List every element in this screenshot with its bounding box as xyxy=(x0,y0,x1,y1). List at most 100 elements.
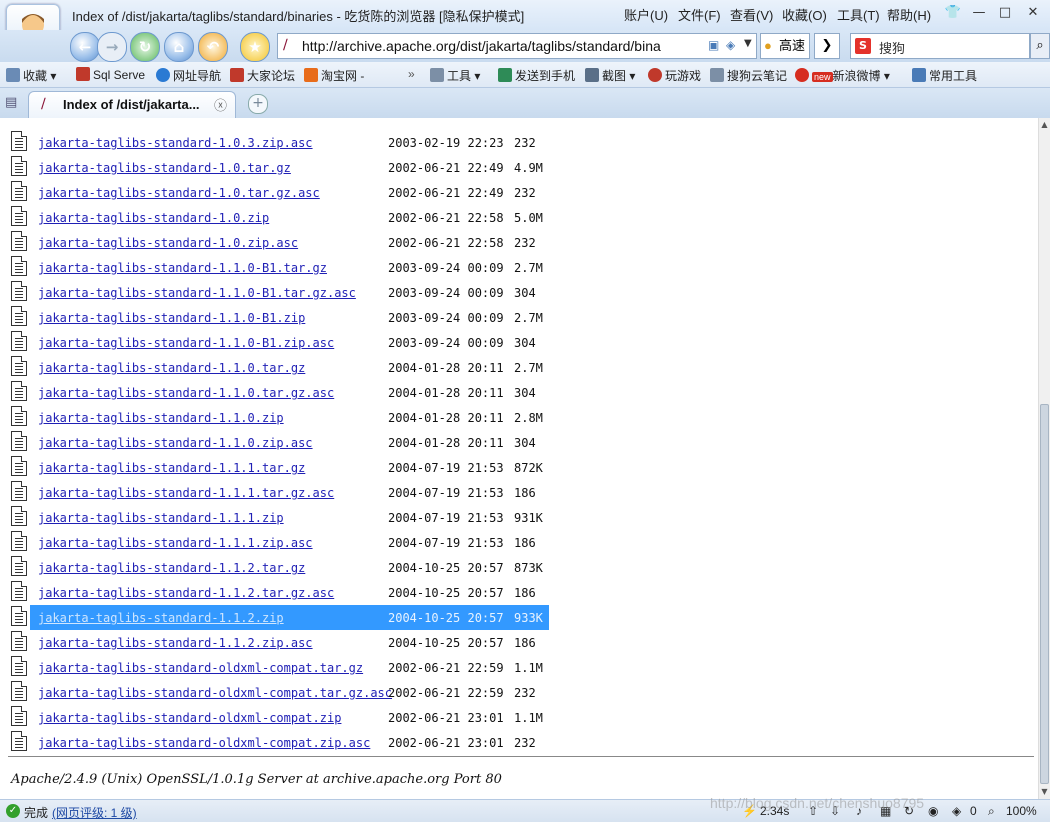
bookmark-screenshot[interactable]: 截图 ▾ xyxy=(585,67,635,84)
table-row[interactable]: jakarta-taglibs-standard-1.1.1.zip 2004-0… xyxy=(0,505,1000,530)
scroll-down-icon[interactable]: ▼ xyxy=(1039,785,1050,799)
table-row[interactable]: jakarta-taglibs-standard-1.1.0.zip 2004-0… xyxy=(0,405,1000,430)
vertical-scrollbar[interactable]: ▲ ▼ xyxy=(1038,118,1050,799)
tab-active[interactable]: ∕ Index of /dist/jakarta... ⓧ xyxy=(28,91,236,118)
file-link[interactable]: jakarta-taglibs-standard-1.0.zip.asc xyxy=(38,236,298,250)
bookmark-overflow-chevron-icon[interactable]: » xyxy=(408,67,415,81)
shield-status-icon[interactable]: ◈ xyxy=(952,804,961,818)
search-box[interactable]: S 搜狗 xyxy=(850,33,1030,59)
table-row[interactable]: jakarta-taglibs-standard-1.1.0-B1.tar.gz… xyxy=(0,255,1000,280)
close-icon[interactable]: ✕ xyxy=(1022,4,1044,22)
file-link[interactable]: jakarta-taglibs-standard-1.1.1.tar.gz.as… xyxy=(38,486,334,500)
undo-close-button[interactable]: ↶ xyxy=(198,32,228,62)
file-link[interactable]: jakarta-taglibs-standard-1.1.0.tar.gz.as… xyxy=(38,386,334,400)
forward-button[interactable]: → xyxy=(97,32,127,62)
table-row[interactable]: jakarta-taglibs-standard-1.1.2.tar.gz 200… xyxy=(0,555,1000,580)
address-input[interactable]: http://archive.apache.org/dist/jakarta/t… xyxy=(302,38,702,54)
file-link[interactable]: jakarta-taglibs-standard-oldxml-compat.t… xyxy=(38,661,363,675)
table-row[interactable]: jakarta-taglibs-standard-1.1.0.tar.gz 200… xyxy=(0,355,1000,380)
favorite-star-button[interactable]: ★ xyxy=(240,32,270,62)
table-row[interactable]: jakarta-taglibs-standard-1.1.2.zip.asc 20… xyxy=(0,630,1000,655)
bookmark-send-to-phone[interactable]: 发送到手机 xyxy=(498,67,575,84)
skin-icon[interactable]: 👕 xyxy=(942,4,964,22)
file-link[interactable]: jakarta-taglibs-standard-1.1.2.zip xyxy=(38,611,284,625)
table-row[interactable]: jakarta-taglibs-standard-1.0.tar.gz 2002-… xyxy=(0,155,1000,180)
table-row[interactable]: jakarta-taglibs-standard-1.0.3.zip.asc 20… xyxy=(0,130,1000,155)
table-row[interactable]: jakarta-taglibs-standard-1.1.1.tar.gz 200… xyxy=(0,455,1000,480)
table-row[interactable]: jakarta-taglibs-standard-1.1.2.tar.gz.as… xyxy=(0,580,1000,605)
minimize-icon[interactable]: — xyxy=(968,4,990,22)
menu-file[interactable]: 文件(F) xyxy=(678,5,721,24)
home-button[interactable]: ⌂ xyxy=(164,32,194,62)
bookmark-games[interactable]: 玩游戏 xyxy=(648,67,701,84)
search-button[interactable]: ⌕ xyxy=(1030,33,1050,59)
bookmark-tools[interactable]: 工具 ▾ xyxy=(430,67,480,84)
file-link[interactable]: jakarta-taglibs-standard-1.1.2.zip.asc xyxy=(38,636,313,650)
maximize-icon[interactable]: □ xyxy=(994,4,1016,22)
bookmark-weibo[interactable]: new 新浪微博 ▾ xyxy=(795,67,890,84)
table-row[interactable]: jakarta-taglibs-standard-1.0.tar.gz.asc 2… xyxy=(0,180,1000,205)
address-dropdown-icon[interactable]: ▼ xyxy=(744,38,752,49)
zoom-icon[interactable]: ⌕ xyxy=(988,804,995,819)
file-link[interactable]: jakarta-taglibs-standard-1.0.tar.gz xyxy=(38,161,291,175)
file-link[interactable]: jakarta-taglibs-standard-1.1.2.tar.gz.as… xyxy=(38,586,334,600)
table-row[interactable]: jakarta-taglibs-standard-1.0.zip.asc 2002… xyxy=(0,230,1000,255)
bookmark-favorites[interactable]: 收藏 ▾ xyxy=(6,67,56,84)
file-link[interactable]: jakarta-taglibs-standard-1.0.zip xyxy=(38,211,269,225)
tab-list-icon[interactable]: ▤ xyxy=(5,95,17,110)
table-row[interactable]: jakarta-taglibs-standard-1.1.1.tar.gz.as… xyxy=(0,480,1000,505)
file-link[interactable]: jakarta-taglibs-standard-1.1.2.tar.gz xyxy=(38,561,305,575)
address-bar[interactable]: ∕ http://archive.apache.org/dist/jakarta… xyxy=(277,33,757,59)
go-button[interactable]: ❯ xyxy=(814,33,840,59)
file-link[interactable]: jakarta-taglibs-standard-1.1.0-B1.zip.as… xyxy=(38,336,334,350)
file-link[interactable]: jakarta-taglibs-standard-1.1.0.zip xyxy=(38,411,284,425)
bookmark-sql-server[interactable]: Sql Serve xyxy=(76,67,145,82)
scrollbar-thumb[interactable] xyxy=(1040,404,1049,784)
zoom-level[interactable]: 100% xyxy=(1006,804,1037,818)
back-button[interactable]: ← xyxy=(70,32,100,62)
file-link[interactable]: jakarta-taglibs-standard-1.1.0.zip.asc xyxy=(38,436,313,450)
file-link[interactable]: jakarta-taglibs-standard-1.1.1.zip.asc xyxy=(38,536,313,550)
security-shield-icon[interactable]: ◈ xyxy=(726,38,735,52)
menu-help[interactable]: 帮助(H) xyxy=(887,5,931,24)
menu-account[interactable]: 账户(U) xyxy=(624,5,668,24)
bookmark-web-nav[interactable]: 网址导航 xyxy=(156,67,221,84)
menu-favorites[interactable]: 收藏(O) xyxy=(782,5,827,24)
eye-icon[interactable]: ◉ xyxy=(928,804,938,818)
table-row[interactable]: jakarta-taglibs-standard-1.1.0-B1.zip 200… xyxy=(0,305,1000,330)
table-row[interactable]: jakarta-taglibs-standard-oldxml-compat.z… xyxy=(0,730,1000,755)
menu-view[interactable]: 查看(V) xyxy=(730,5,773,24)
table-row[interactable]: jakarta-taglibs-standard-oldxml-compat.z… xyxy=(0,705,1000,730)
file-link[interactable]: jakarta-taglibs-standard-oldxml-compat.z… xyxy=(38,711,341,725)
table-row[interactable]: jakarta-taglibs-standard-1.1.2.zip 2004-1… xyxy=(11,605,549,630)
table-row[interactable]: jakarta-taglibs-standard-1.1.0.zip.asc 20… xyxy=(0,430,1000,455)
scroll-up-icon[interactable]: ▲ xyxy=(1039,118,1050,132)
refresh-button[interactable]: ↻ xyxy=(130,32,160,62)
table-row[interactable]: jakarta-taglibs-standard-1.1.0.tar.gz.as… xyxy=(0,380,1000,405)
table-row[interactable]: jakarta-taglibs-standard-oldxml-compat.t… xyxy=(0,655,1000,680)
page-rating-link[interactable]: (网页评级: 1 级) xyxy=(52,804,137,821)
table-row[interactable]: jakarta-taglibs-standard-oldxml-compat.t… xyxy=(0,680,1000,705)
file-link[interactable]: jakarta-taglibs-standard-1.1.0-B1.tar.gz xyxy=(38,261,327,275)
file-link[interactable]: jakarta-taglibs-standard-oldxml-compat.z… xyxy=(38,736,370,750)
file-link[interactable]: jakarta-taglibs-standard-oldxml-compat.t… xyxy=(38,686,392,700)
search-input[interactable]: 搜狗 xyxy=(879,38,905,57)
compat-mode-icon[interactable]: ▣ xyxy=(708,38,719,52)
file-link[interactable]: jakarta-taglibs-standard-1.1.0-B1.tar.gz… xyxy=(38,286,356,300)
table-row[interactable]: jakarta-taglibs-standard-1.1.1.zip.asc 20… xyxy=(0,530,1000,555)
bookmark-forum[interactable]: 大家论坛 xyxy=(230,67,295,84)
table-row[interactable]: jakarta-taglibs-standard-1.0.zip 2002-06-… xyxy=(0,205,1000,230)
file-link[interactable]: jakarta-taglibs-standard-1.0.tar.gz.asc xyxy=(38,186,320,200)
bookmark-common-tools[interactable]: 常用工具 xyxy=(912,67,977,84)
file-link[interactable]: jakarta-taglibs-standard-1.1.0.tar.gz xyxy=(38,361,305,375)
table-row[interactable]: jakarta-taglibs-standard-1.1.0-B1.tar.gz… xyxy=(0,280,1000,305)
file-link[interactable]: jakarta-taglibs-standard-1.1.1.tar.gz xyxy=(38,461,305,475)
speed-mode-button[interactable]: ● 高速 xyxy=(760,33,810,59)
bookmark-cloud-notes[interactable]: 搜狗云笔记 xyxy=(710,67,787,84)
new-tab-button[interactable]: + xyxy=(248,94,268,114)
bookmark-taobao[interactable]: 淘宝网 - xyxy=(304,67,364,84)
tab-close-icon[interactable]: ⓧ xyxy=(214,95,227,114)
table-row[interactable]: jakarta-taglibs-standard-1.1.0-B1.zip.as… xyxy=(0,330,1000,355)
file-link[interactable]: jakarta-taglibs-standard-1.1.1.zip xyxy=(38,511,284,525)
menu-tools[interactable]: 工具(T) xyxy=(837,5,880,24)
